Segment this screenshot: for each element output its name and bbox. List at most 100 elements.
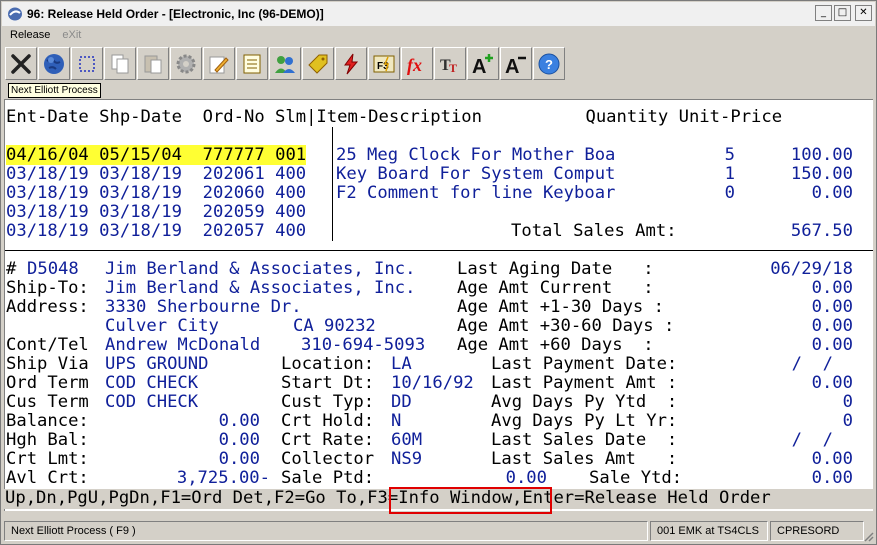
payment-value: / / — [791, 354, 833, 374]
app-window: 96: Release Held Order - [Electronic, In… — [0, 0, 877, 545]
crt-lmt-label: Crt Lmt: — [6, 449, 89, 469]
globe-button[interactable] — [38, 47, 70, 80]
slm: 400 — [275, 183, 307, 203]
close-icon: ✕ — [859, 7, 868, 18]
function-button[interactable]: fx — [401, 47, 433, 80]
address-label: Address: — [6, 297, 89, 317]
table-row[interactable]: 03/18/19 03/18/19 202060 400 — [6, 184, 306, 203]
function-key-text: Up,Dn,PgU,PgDn,F1=Ord Det,F2=Go To, — [5, 488, 368, 508]
avl-crt-label: Avl Crt: — [6, 468, 89, 488]
f3-button[interactable]: F3 — [368, 47, 400, 80]
status-program: CPRESORD — [770, 521, 864, 541]
tools-cross-icon — [11, 53, 31, 74]
aging-label: Age Amt +30-60 Days : — [457, 316, 675, 336]
aging-label: Last Aging Date : — [457, 259, 654, 279]
font-smaller-button[interactable]: A — [500, 47, 532, 80]
font-larger-button[interactable]: A — [467, 47, 499, 80]
terminal-screen: Ent-Date Shp-Date Ord-No Slm|Item-Descri… — [4, 99, 873, 511]
tag-button[interactable] — [302, 47, 334, 80]
crt-hold: N — [391, 411, 402, 431]
ship-via: UPS GROUND — [105, 354, 209, 374]
ent-date: 03/18/19 — [6, 202, 89, 222]
quantity: 0 — [724, 183, 735, 203]
cus-term-label: Cus Term — [6, 392, 89, 412]
crt-hold-label: Crt Hold: — [281, 411, 375, 431]
payment-value: 0.00 — [811, 373, 853, 393]
table-row[interactable]: 03/18/19 03/18/19 202061 400 — [6, 165, 306, 184]
phone: 310-694-5093 — [301, 335, 426, 355]
lightning-icon — [344, 53, 359, 74]
settings-button[interactable] — [170, 47, 202, 80]
crt-rate-label: Crt Rate: — [281, 430, 375, 450]
cont-tel-label: Cont/Tel — [6, 335, 89, 355]
shp-date: 03/18/19 — [99, 164, 182, 184]
close-button[interactable]: ✕ — [855, 5, 872, 21]
minimize-button[interactable]: _ — [815, 5, 832, 21]
tag-icon — [308, 54, 328, 74]
section-divider — [5, 250, 873, 251]
paste-button[interactable] — [137, 47, 169, 80]
payment-label: Last Sales Amt : — [491, 449, 678, 469]
crt-lmt: 0.00 — [218, 449, 260, 469]
ord-no: 777777 — [202, 145, 265, 165]
payment-label: Avg Days Py Ytd : — [491, 392, 678, 412]
ship-to: Jim Berland & Associates, Inc. — [105, 278, 416, 298]
total-sales-label: Total Sales Amt: — [511, 221, 677, 241]
table-row[interactable]: 03/18/19 03/18/19 202059 400 — [6, 203, 306, 222]
ent-date: 04/16/04 — [6, 145, 89, 165]
ord-no: 202061 — [202, 164, 265, 184]
aging-value: 0.00 — [811, 335, 853, 355]
column-separator — [332, 146, 333, 241]
notes-button[interactable] — [236, 47, 268, 80]
help-button[interactable]: ? — [533, 47, 565, 80]
unit-price: 0.00 — [811, 183, 853, 203]
notepad-icon — [243, 54, 261, 73]
sale-ptd-label: Sale Ptd: — [281, 468, 375, 488]
payment-value: 0.00 — [811, 449, 853, 469]
users-button[interactable] — [269, 47, 301, 80]
copy-button[interactable] — [104, 47, 136, 80]
ship-via-label: Ship Via — [6, 354, 89, 374]
status-session: 001 EMK at TS4CLS — [650, 521, 768, 541]
minimize-icon: _ — [821, 7, 826, 18]
status-bar: Next Elliott Process ( F9 ) 001 EMK at T… — [4, 521, 874, 542]
table-row[interactable]: 04/16/04 05/15/04 777777 001 — [6, 145, 307, 165]
svg-text:T: T — [449, 61, 457, 75]
payment-label: Last Payment Amt : — [491, 373, 678, 393]
city: Culver City — [105, 316, 219, 336]
maximize-button[interactable]: □ — [834, 5, 851, 21]
collector: NS9 — [391, 449, 423, 469]
shp-date: 03/18/19 — [99, 183, 182, 203]
edit-button[interactable] — [203, 47, 235, 80]
svg-text:?: ? — [545, 57, 553, 72]
start-dt-label: Start Dt: — [281, 373, 375, 393]
function-key-hints: Up,Dn,PgU,PgDn,F1=Ord Det,F2=Go To,F3=In… — [5, 489, 771, 508]
unit-price: 150.00 — [790, 164, 853, 184]
aging-label: Age Amt Current : — [457, 278, 654, 298]
next-process-button[interactable] — [5, 47, 37, 80]
lightning-button[interactable] — [335, 47, 367, 80]
table-row[interactable]: 03/18/19 03/18/19 202057 400 — [6, 222, 306, 241]
f3-icon: F3 — [373, 55, 395, 72]
order-table-header: Ent-Date Shp-Date Ord-No Slm|Item-Descri… — [6, 107, 783, 127]
customer-name: Jim Berland & Associates, Inc. — [105, 259, 416, 279]
resize-grip-icon[interactable] — [862, 530, 874, 542]
menu-exit[interactable]: eXit — [62, 29, 81, 41]
dashed-rect-icon — [79, 55, 95, 72]
menu-release[interactable]: Release — [10, 29, 50, 41]
window-controls: _ □ ✕ — [815, 5, 872, 21]
aging-value: 06/29/18 — [770, 259, 853, 279]
gear-icon — [176, 54, 196, 73]
font-button[interactable]: TT — [434, 47, 466, 80]
start-dt: 10/16/92 — [391, 373, 474, 393]
help-icon: ? — [538, 53, 560, 74]
ship-to-label: Ship-To: — [6, 278, 89, 298]
aging-value: 0.00 — [811, 316, 853, 336]
payment-value: / / — [791, 430, 833, 450]
toolbar: F3 fx TT A A ? — [5, 47, 566, 80]
aging-label: Age Amt +1-30 Days : — [457, 297, 664, 317]
shp-date: 03/18/19 — [99, 221, 182, 241]
select-button[interactable] — [71, 47, 103, 80]
quantity: 5 — [724, 145, 735, 165]
customer-number: D5048 — [27, 259, 79, 279]
